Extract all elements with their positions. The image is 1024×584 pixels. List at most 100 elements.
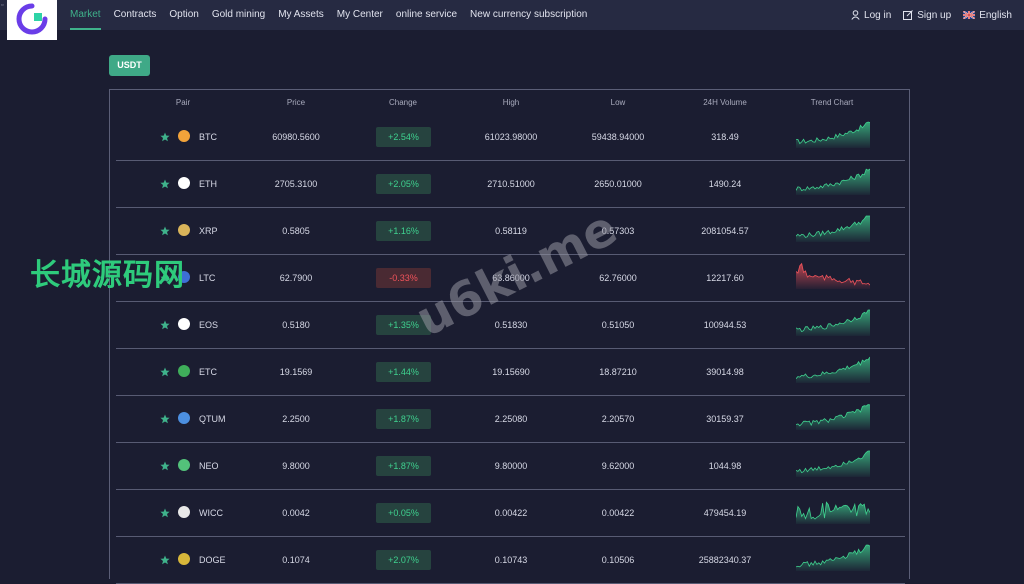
trend-sparkline xyxy=(796,501,870,524)
pair-name: QTUM xyxy=(199,414,226,424)
trend-sparkline xyxy=(796,262,870,289)
low-value: 0.10506 xyxy=(601,555,635,565)
signup-link[interactable]: Sign up xyxy=(903,10,951,21)
change-badge: +2.07% xyxy=(376,550,431,570)
price-value: 2.2500 xyxy=(282,414,310,424)
table-row[interactable]: DOGE 0.1074 +2.07% 0.10743 0.10506 25882340.3… xyxy=(116,537,905,584)
volume-value: 25882340.37 xyxy=(698,555,752,565)
column-header-high: High xyxy=(502,98,520,107)
edit-icon xyxy=(903,10,914,20)
favorite-star-icon[interactable] xyxy=(160,508,170,518)
favorite-star-icon[interactable] xyxy=(160,320,170,330)
low-value: 0.00422 xyxy=(601,508,635,518)
trend-sparkline xyxy=(796,356,870,383)
volume-value: 1044.98 xyxy=(708,461,742,471)
price-value: 0.0042 xyxy=(282,508,310,518)
high-value: 2.25080 xyxy=(494,414,528,424)
change-badge: +1.44% xyxy=(376,362,431,382)
change-badge: +1.16% xyxy=(376,221,431,241)
high-value: 0.00422 xyxy=(494,508,528,518)
price-value: 0.5805 xyxy=(282,226,310,236)
user-icon xyxy=(851,10,860,20)
sparkline-area xyxy=(796,357,870,383)
sparkline-area xyxy=(796,169,870,195)
pair-name: NEO xyxy=(199,461,219,471)
low-value: 0.51050 xyxy=(601,320,635,330)
column-header-price: Price xyxy=(286,98,306,107)
pair-name: XRP xyxy=(199,226,218,236)
nav-link-new-currency-subscription[interactable]: New currency subscription xyxy=(470,0,587,30)
favorite-star-icon[interactable] xyxy=(160,179,170,189)
price-value: 0.1074 xyxy=(282,555,310,565)
volume-value: 479454.19 xyxy=(703,508,747,518)
high-value: 9.80000 xyxy=(494,461,528,471)
broken-image-icon: ▫ xyxy=(1,2,4,9)
table-row[interactable]: BTC 60980.5600 +2.54% 61023.98000 59438.9400… xyxy=(116,114,905,161)
change-badge: +0.05% xyxy=(376,503,431,523)
trend-sparkline xyxy=(796,215,870,242)
favorite-star-icon[interactable] xyxy=(160,555,170,565)
price-value: 0.5180 xyxy=(282,320,310,330)
pair-name: LTC xyxy=(199,273,216,283)
change-badge: +1.87% xyxy=(376,456,431,476)
column-header-24h-volume: 24H Volume xyxy=(703,98,747,107)
logo[interactable] xyxy=(7,0,57,40)
language-label: English xyxy=(979,9,1012,21)
pair-name: ETH xyxy=(199,179,217,189)
low-value: 2650.01000 xyxy=(594,179,642,189)
signup-label: Sign up xyxy=(917,9,952,21)
nav-link-gold-mining[interactable]: Gold mining xyxy=(212,0,265,30)
wicc-icon xyxy=(178,506,190,518)
bitcoin-icon xyxy=(178,130,190,142)
market-table: Pair Price Change High Low 24H Volume Trend Ch… xyxy=(109,89,910,584)
eos-icon xyxy=(178,318,190,330)
favorite-star-icon[interactable] xyxy=(160,367,170,377)
watermark-cn: 长城源码网 xyxy=(30,258,185,293)
nav-link-online-service[interactable]: online service xyxy=(396,0,457,30)
xrp-icon xyxy=(178,224,190,236)
price-value: 9.8000 xyxy=(282,461,310,471)
price-value: 2705.3100 xyxy=(274,179,318,189)
high-value: 19.15690 xyxy=(492,367,530,377)
low-value: 18.87210 xyxy=(599,367,637,377)
trend-sparkline xyxy=(796,404,870,430)
nav-link-contracts[interactable]: Contracts xyxy=(114,0,157,30)
table-row[interactable]: QTUM 2.2500 +1.87% 2.25080 2.20570 30159.37 xyxy=(116,396,905,443)
volume-value: 2081054.57 xyxy=(701,226,749,236)
nav-link-my-assets[interactable]: My Assets xyxy=(278,0,324,30)
price-value: 19.1569 xyxy=(279,367,313,377)
favorite-star-icon[interactable] xyxy=(160,226,170,236)
volume-value: 30159.37 xyxy=(706,414,744,424)
favorite-star-icon[interactable] xyxy=(160,461,170,471)
logo-icon xyxy=(16,3,48,35)
login-link[interactable]: Log in xyxy=(851,10,891,21)
pair-name: BTC xyxy=(199,132,217,142)
table-row[interactable]: EOS 0.5180 +1.35% 0.51830 0.51050 100944.53 xyxy=(116,302,905,349)
favorite-star-icon[interactable] xyxy=(160,414,170,424)
sparkline-area xyxy=(796,310,870,336)
change-badge: +1.87% xyxy=(376,409,431,429)
price-value: 62.7900 xyxy=(279,273,313,283)
nav-link-option[interactable]: Option xyxy=(169,0,198,30)
volume-value: 1490.24 xyxy=(708,179,742,189)
user-nav: Log in Sign up English xyxy=(839,0,1012,30)
nav-link-market[interactable]: Market xyxy=(70,0,101,30)
trend-sparkline xyxy=(796,121,870,148)
pair-name: WICC xyxy=(199,508,223,518)
etc-icon xyxy=(178,365,190,377)
table-row[interactable]: ETC 19.1569 +1.44% 19.15690 18.87210 39014.98 xyxy=(116,349,905,396)
tab-usdt[interactable]: USDT xyxy=(109,55,150,76)
table-row[interactable]: ETH 2705.3100 +2.05% 2710.51000 2650.01000 14… xyxy=(116,161,905,208)
nav-link-my-center[interactable]: My Center xyxy=(337,0,383,30)
sparkline-area xyxy=(796,404,870,430)
volume-value: 100944.53 xyxy=(703,320,747,330)
qtum-icon xyxy=(178,412,190,424)
column-header-trend-chart: Trend Chart xyxy=(810,98,854,107)
table-row[interactable]: NEO 9.8000 +1.87% 9.80000 9.62000 1044.98 xyxy=(116,443,905,490)
language-selector[interactable]: English xyxy=(963,10,1012,21)
table-row[interactable]: WICC 0.0042 +0.05% 0.00422 0.00422 479454.19 xyxy=(116,490,905,537)
high-value: 0.10743 xyxy=(494,555,528,565)
neo-icon xyxy=(178,459,190,471)
trend-sparkline xyxy=(796,168,870,195)
favorite-star-icon[interactable] xyxy=(160,132,170,142)
